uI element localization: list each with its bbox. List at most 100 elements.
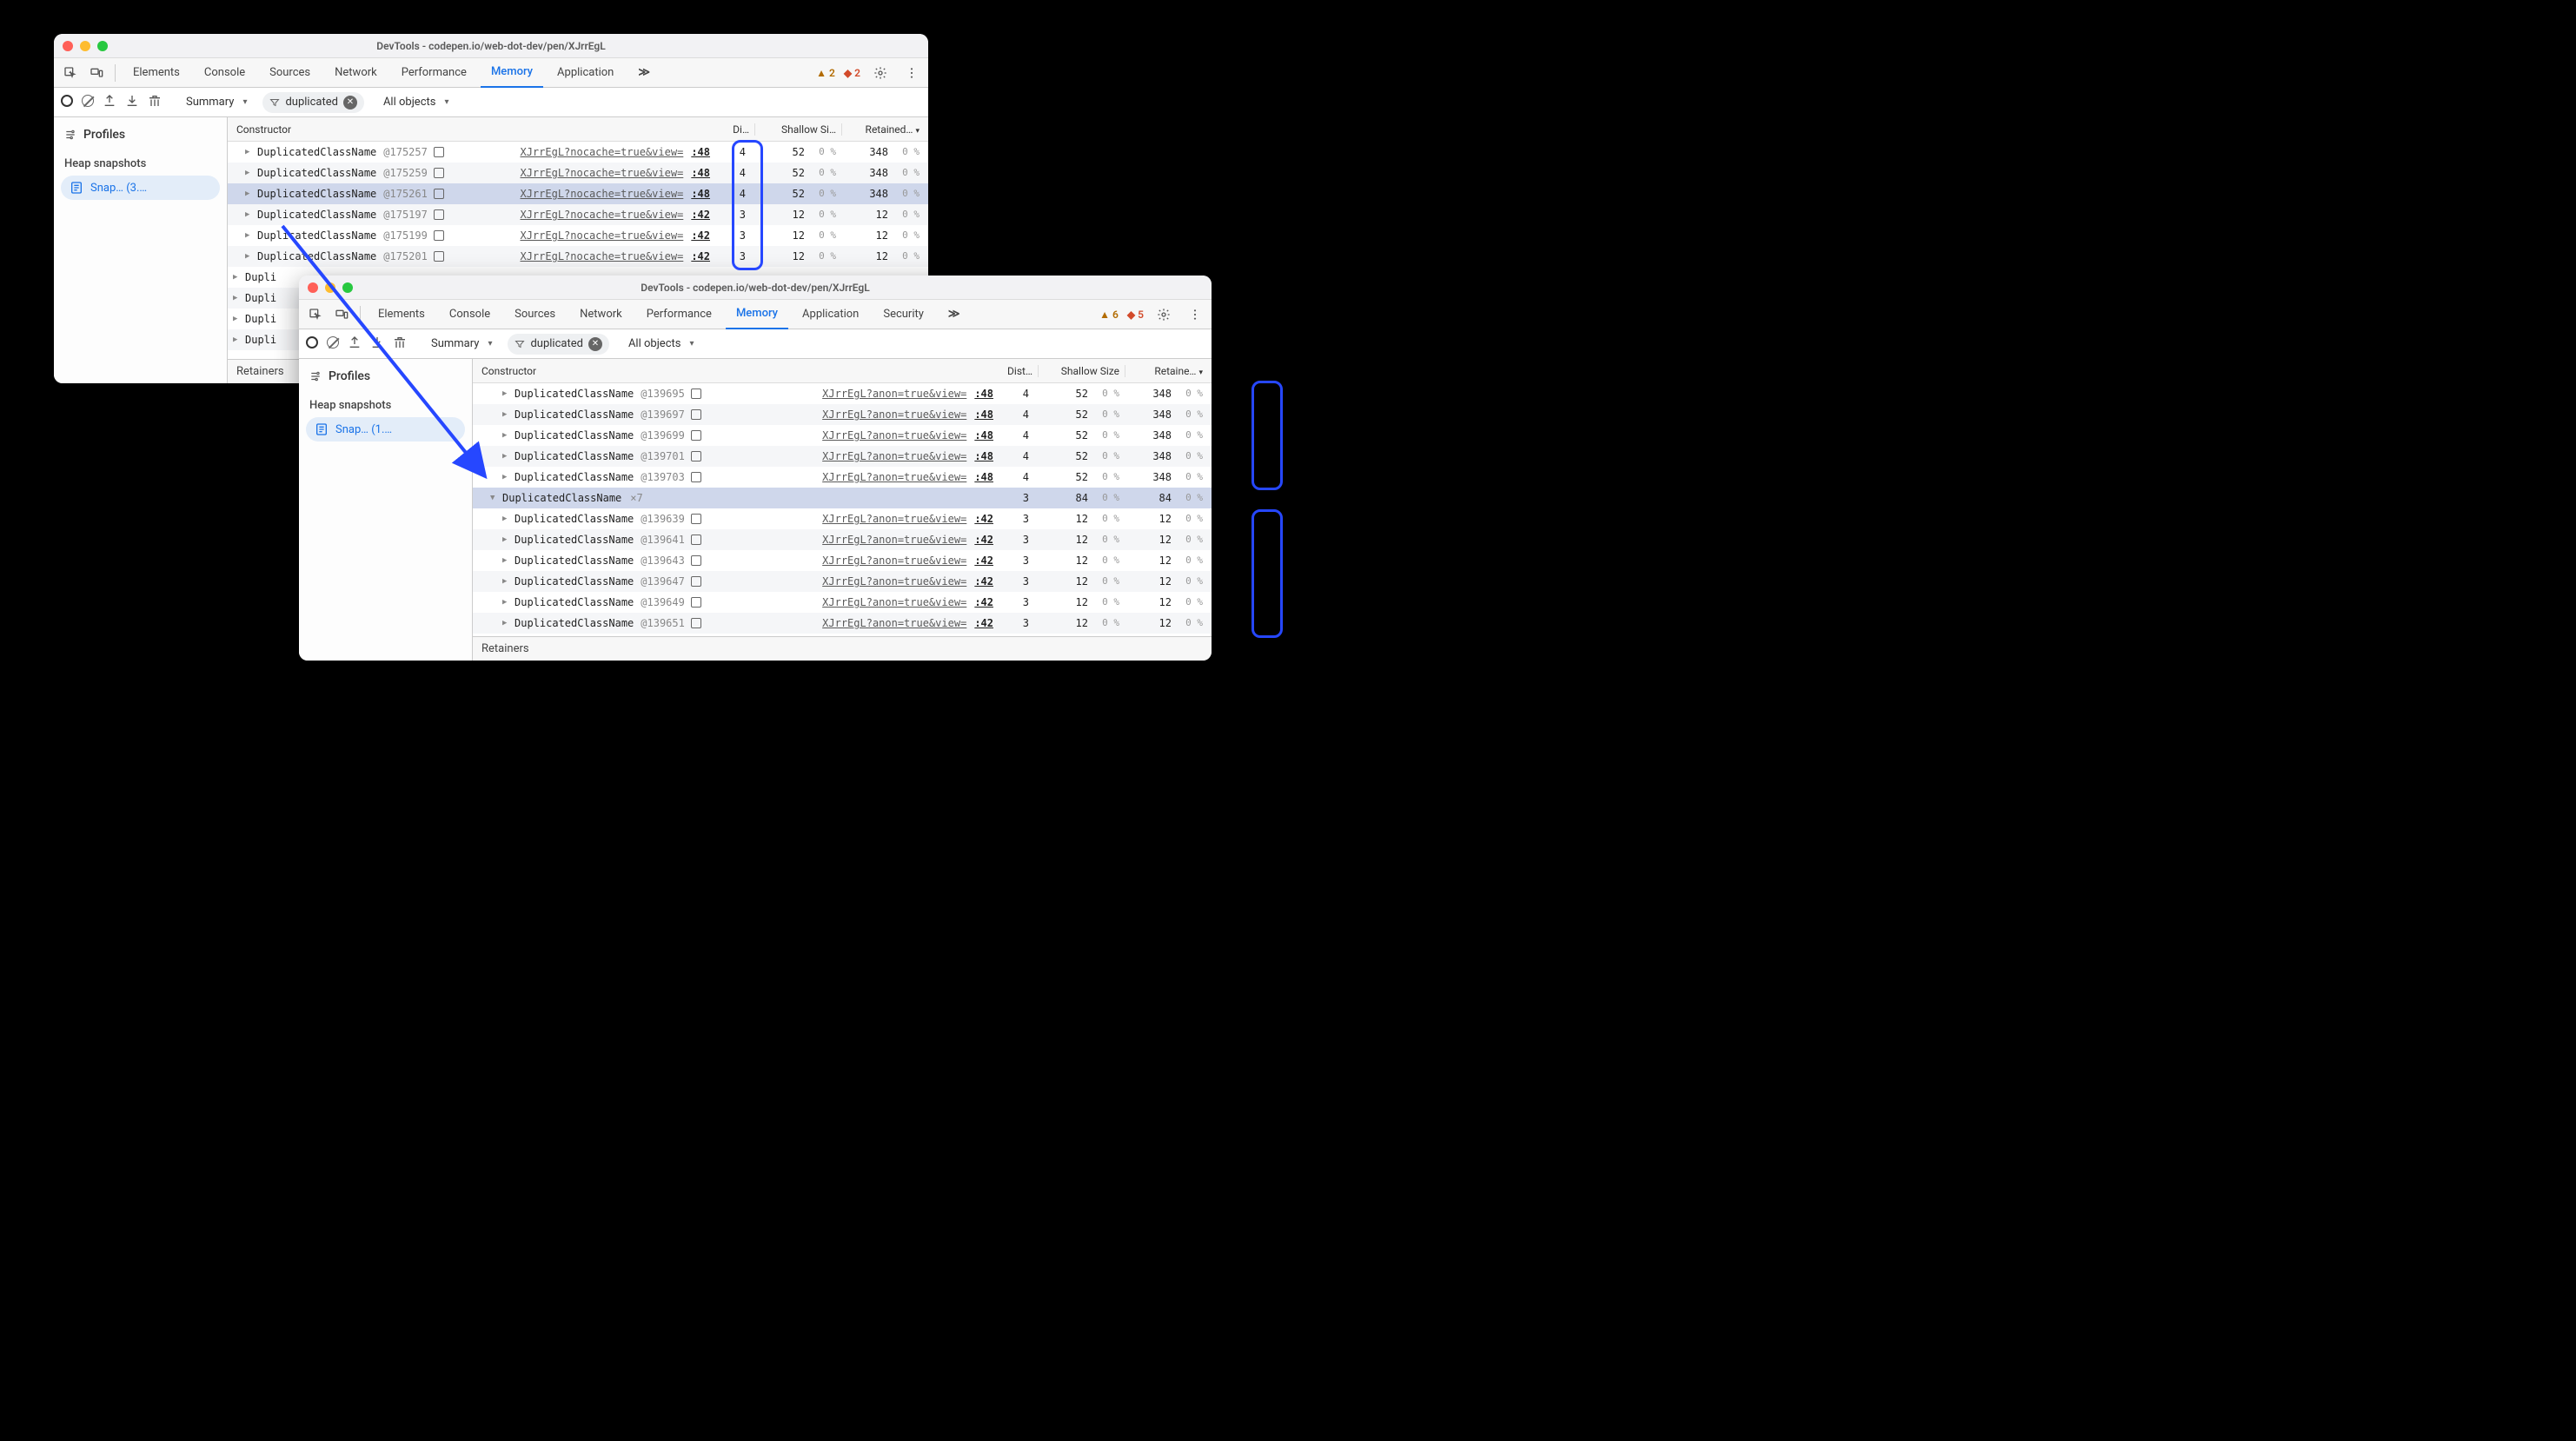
line-number[interactable]: :42	[690, 229, 711, 242]
preview-icon[interactable]	[691, 472, 701, 482]
table-row[interactable]: ▶DuplicatedClassName @175261XJrrEgL?noca…	[228, 183, 928, 204]
col-constructor[interactable]: Constructor	[228, 123, 711, 136]
tab-memory[interactable]: Memory	[481, 58, 543, 88]
preview-icon[interactable]	[434, 251, 444, 262]
tab-elements[interactable]: Elements	[368, 300, 435, 329]
source-link[interactable]: XJrrEgL?nocache=true&view=	[520, 209, 683, 221]
preview-icon[interactable]	[691, 618, 701, 628]
kebab-icon[interactable]	[900, 62, 923, 84]
source-link[interactable]: XJrrEgL?anon=true&view=	[822, 513, 966, 525]
preview-icon[interactable]	[434, 189, 444, 199]
line-number[interactable]: :42	[690, 209, 711, 221]
source-link[interactable]: XJrrEgL?anon=true&view=	[822, 596, 966, 608]
col-retained[interactable]: Retaine…	[1125, 365, 1212, 377]
line-number[interactable]: :48	[973, 450, 994, 462]
table-row[interactable]: ▶DuplicatedClassName @175259XJrrEgL?noca…	[228, 163, 928, 183]
chevron-right-icon[interactable]: ▶	[502, 473, 511, 481]
chevron-right-icon[interactable]: ▶	[233, 335, 242, 344]
source-link[interactable]: XJrrEgL?anon=true&view=	[822, 429, 966, 442]
table-row[interactable]: ▶DuplicatedClassName @139701XJrrEgL?anon…	[473, 446, 1212, 467]
table-row[interactable]: ▶DuplicatedClassName @139647XJrrEgL?anon…	[473, 571, 1212, 592]
preview-icon[interactable]	[434, 147, 444, 157]
more-tabs[interactable]: ≫	[627, 58, 661, 88]
device-icon[interactable]	[330, 303, 353, 326]
gc-icon[interactable]	[393, 335, 407, 353]
line-number[interactable]: :48	[973, 471, 994, 483]
tab-sources[interactable]: Sources	[259, 58, 321, 88]
inspect-icon[interactable]	[59, 62, 82, 84]
tab-console[interactable]: Console	[439, 300, 501, 329]
line-number[interactable]: :42	[973, 554, 994, 567]
table-row[interactable]: ▶DuplicatedClassName @139703XJrrEgL?anon…	[473, 467, 1212, 488]
preview-icon[interactable]	[691, 555, 701, 566]
chevron-right-icon[interactable]: ▶	[245, 189, 254, 198]
clear-icon[interactable]	[82, 95, 94, 110]
close-icon[interactable]	[63, 41, 73, 51]
source-link[interactable]: XJrrEgL?anon=true&view=	[822, 554, 966, 567]
tab-network[interactable]: Network	[569, 300, 633, 329]
view-select[interactable]: Summary	[179, 92, 254, 113]
issues-badge[interactable]: ◆ 2	[844, 67, 860, 79]
line-number[interactable]: :42	[690, 250, 711, 262]
chevron-right-icon[interactable]: ▶	[502, 598, 511, 607]
col-distance[interactable]: Dist…	[994, 365, 1038, 377]
tab-application[interactable]: Application	[792, 300, 869, 329]
snapshot-item[interactable]: Snap… (3.…	[61, 176, 220, 200]
download-icon[interactable]	[125, 94, 139, 111]
tab-elements[interactable]: Elements	[123, 58, 190, 88]
minimize-icon[interactable]	[80, 41, 90, 51]
chevron-right-icon[interactable]: ▶	[502, 619, 511, 628]
maximize-icon[interactable]	[342, 282, 353, 293]
col-shallow[interactable]: Shallow Si…	[754, 123, 841, 136]
snapshot-item[interactable]: Snap… (1.…	[306, 417, 465, 442]
table-row[interactable]: ▶DuplicatedClassName @139697XJrrEgL?anon…	[473, 404, 1212, 425]
chevron-right-icon[interactable]: ▶	[502, 410, 511, 419]
line-number[interactable]: :42	[973, 617, 994, 629]
source-link[interactable]: XJrrEgL?anon=true&view=	[822, 450, 966, 462]
record-icon[interactable]	[61, 95, 73, 110]
gc-icon[interactable]	[148, 94, 162, 111]
table-row[interactable]: ▶DuplicatedClassName @139649XJrrEgL?anon…	[473, 592, 1212, 613]
preview-icon[interactable]	[434, 168, 444, 178]
tab-memory[interactable]: Memory	[726, 300, 788, 329]
record-icon[interactable]	[306, 336, 318, 352]
preview-icon[interactable]	[691, 514, 701, 524]
line-number[interactable]: :42	[973, 513, 994, 525]
device-icon[interactable]	[85, 62, 108, 84]
preview-icon[interactable]	[691, 597, 701, 608]
upload-icon[interactable]	[348, 335, 362, 353]
col-constructor[interactable]: Constructor	[473, 365, 994, 377]
tab-console[interactable]: Console	[194, 58, 256, 88]
warnings-badge[interactable]: ▲ 2	[816, 67, 835, 79]
line-number[interactable]: :48	[973, 408, 994, 421]
tab-application[interactable]: Application	[547, 58, 624, 88]
source-link[interactable]: XJrrEgL?nocache=true&view=	[520, 229, 683, 242]
col-distance[interactable]: Di…	[711, 123, 754, 136]
chevron-down-icon[interactable]: ▼	[490, 494, 499, 502]
titlebar[interactable]: DevTools - codepen.io/web-dot-dev/pen/XJ…	[299, 276, 1212, 300]
kebab-icon[interactable]	[1184, 303, 1206, 326]
line-number[interactable]: :48	[690, 167, 711, 179]
table-header[interactable]: Constructor Di… Shallow Si… Retained…	[228, 117, 928, 142]
table-row[interactable]: ▶DuplicatedClassName @139643XJrrEgL?anon…	[473, 550, 1212, 571]
source-link[interactable]: XJrrEgL?anon=true&view=	[822, 617, 966, 629]
source-link[interactable]: XJrrEgL?anon=true&view=	[822, 388, 966, 400]
chevron-right-icon[interactable]: ▶	[245, 231, 254, 240]
table-header[interactable]: Constructor Dist… Shallow Size Retaine…	[473, 359, 1212, 383]
source-link[interactable]: XJrrEgL?anon=true&view=	[822, 471, 966, 483]
chevron-right-icon[interactable]: ▶	[245, 210, 254, 219]
preview-icon[interactable]	[691, 430, 701, 441]
chevron-right-icon[interactable]: ▶	[245, 169, 254, 177]
titlebar[interactable]: DevTools - codepen.io/web-dot-dev/pen/XJ…	[54, 34, 928, 58]
table-row[interactable]: ▶DuplicatedClassName @139699XJrrEgL?anon…	[473, 425, 1212, 446]
chevron-right-icon[interactable]: ▶	[233, 315, 242, 323]
table-row[interactable]: ▶DuplicatedClassName @139651XJrrEgL?anon…	[473, 613, 1212, 634]
col-retained[interactable]: Retained…	[841, 123, 928, 136]
preview-icon[interactable]	[691, 535, 701, 545]
filter-pill[interactable]: duplicated ✕	[508, 334, 608, 355]
tab-sources[interactable]: Sources	[504, 300, 566, 329]
table-row[interactable]: ▶DuplicatedClassName @139639XJrrEgL?anon…	[473, 508, 1212, 529]
source-link[interactable]: XJrrEgL?anon=true&view=	[822, 534, 966, 546]
upload-icon[interactable]	[103, 94, 116, 111]
source-link[interactable]: XJrrEgL?nocache=true&view=	[520, 188, 683, 200]
